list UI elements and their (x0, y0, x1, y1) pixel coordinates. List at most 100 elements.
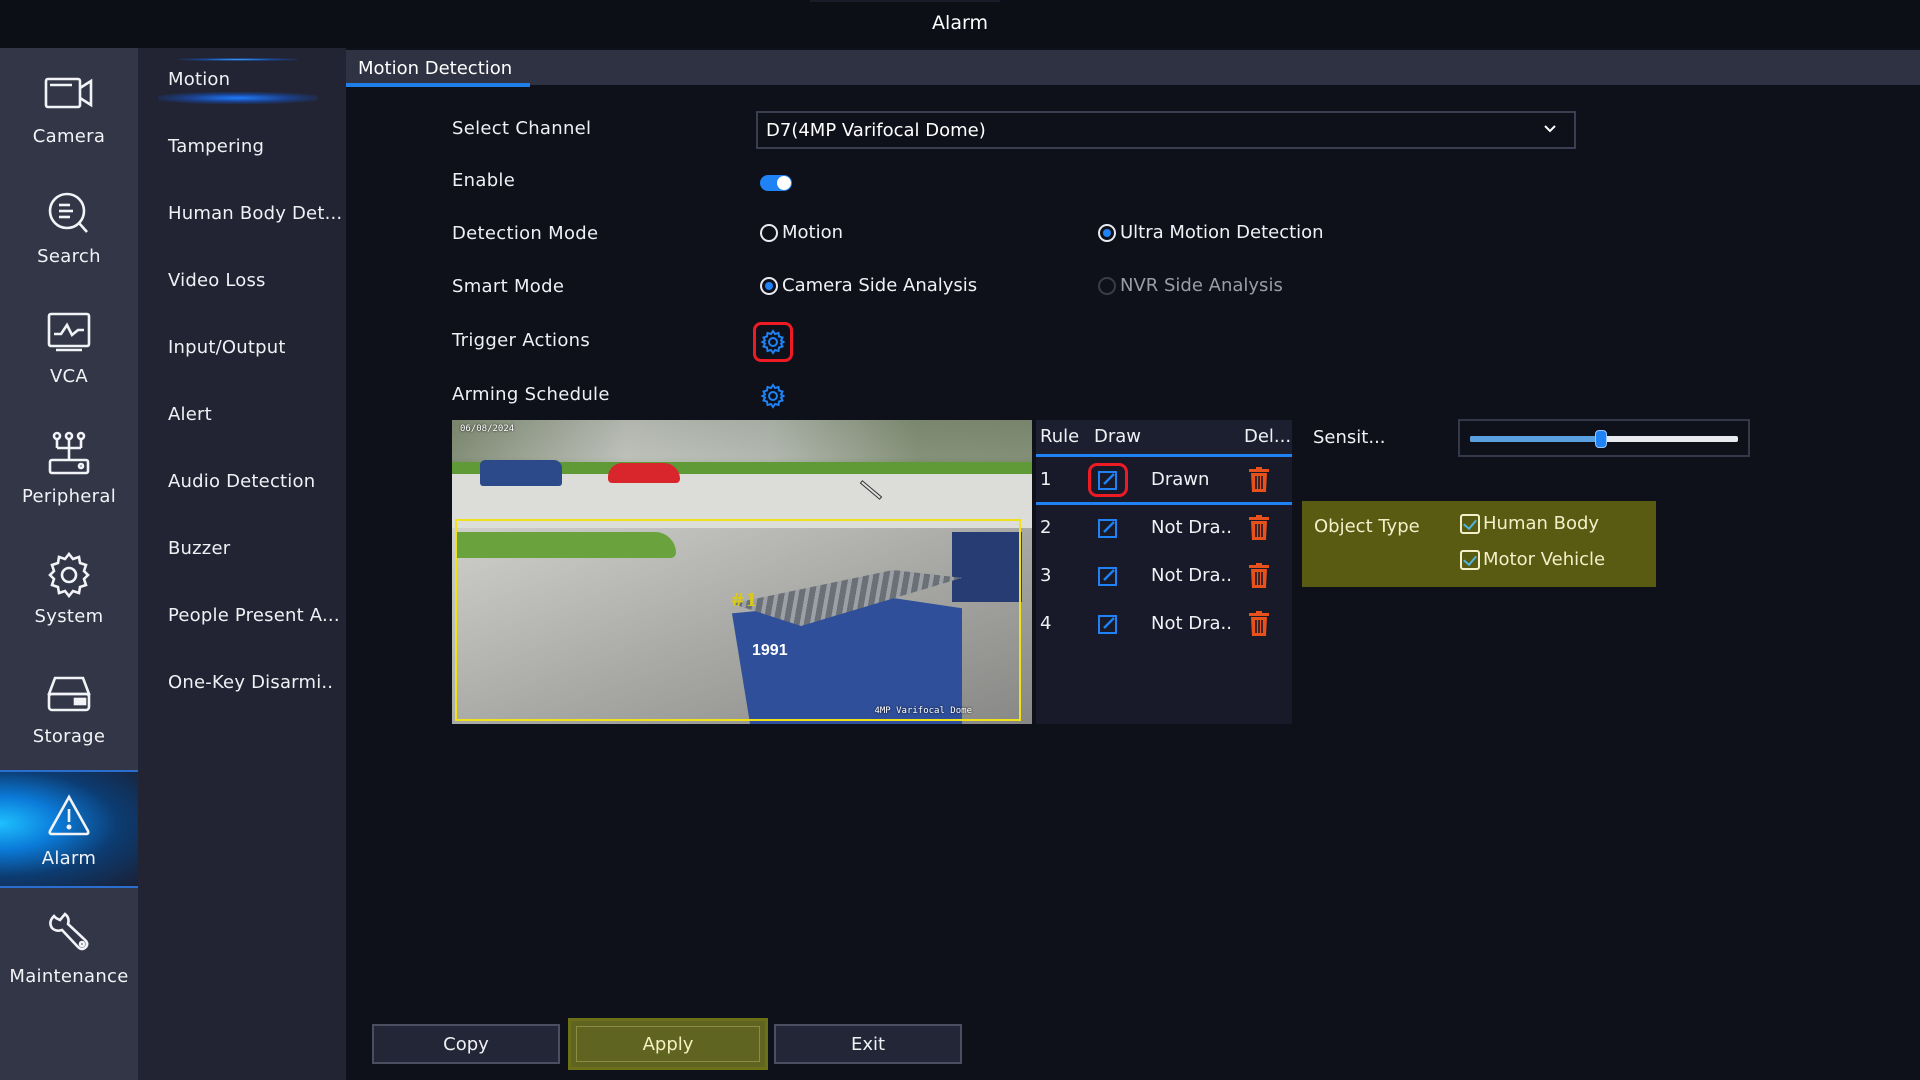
edit-icon (1098, 471, 1117, 490)
camera-preview[interactable]: 1991 #1 06/08/2024 4MP Varifocal Dome (452, 420, 1032, 724)
sidebar-label: Search (37, 246, 101, 267)
table-row[interactable]: 1 Drawn (1036, 457, 1292, 503)
submenu-item-one-key-disarming[interactable]: One-Key Disarmi.. (168, 672, 333, 693)
tab-motion-detection[interactable]: Motion Detection (356, 58, 518, 85)
detection-mode-ultra-radio[interactable]: Ultra Motion Detection (1098, 222, 1324, 243)
trigger-actions-button[interactable] (753, 322, 793, 362)
storage-icon (47, 676, 91, 712)
sidebar-label: VCA (49, 366, 89, 387)
sidebar-item-system[interactable]: System (0, 530, 138, 648)
button-label: Copy (443, 1033, 489, 1055)
table-row[interactable]: 3 Not Dra.. (1036, 553, 1292, 599)
radio-label: Camera Side Analysis (782, 275, 978, 296)
chevron-down-icon (1544, 125, 1556, 133)
exit-button[interactable]: Exit (774, 1024, 962, 1064)
checkbox-checked-icon (1460, 513, 1480, 534)
draw-button[interactable] (1088, 463, 1128, 497)
sidebar-item-vca[interactable]: VCA (0, 290, 138, 408)
detection-region[interactable] (455, 519, 1021, 721)
enable-toggle[interactable] (760, 175, 792, 191)
trash-icon[interactable] (1248, 611, 1270, 637)
alarm-submenu: Motion Tampering Human Body Det... Video… (138, 48, 346, 1080)
column-header-draw: Draw (1094, 426, 1142, 447)
sidebar-item-camera[interactable]: Camera (0, 50, 138, 168)
active-glow (178, 58, 298, 61)
wrench-icon (49, 912, 89, 951)
trash-icon[interactable] (1248, 563, 1270, 589)
enable-label: Enable (452, 170, 516, 191)
tab-bar: Motion Detection (346, 50, 1920, 87)
draw-button[interactable] (1088, 559, 1128, 593)
rule-state: Drawn (1151, 469, 1210, 490)
object-type-label: Object Type (1314, 516, 1420, 537)
sidebar-label: System (34, 606, 104, 627)
submenu-item-buzzer[interactable]: Buzzer (168, 538, 230, 559)
checkbox-label: Human Body (1483, 513, 1600, 534)
smart-mode-nvr-side-radio[interactable]: NVR Side Analysis (1098, 275, 1283, 296)
title-bar: Alarm (0, 0, 1920, 48)
rule-state: Not Dra.. (1151, 613, 1232, 634)
preview-truck (480, 460, 562, 486)
table-row[interactable]: 2 Not Dra.. (1036, 505, 1292, 551)
sidebar-item-search[interactable]: Search (0, 170, 138, 288)
rules-table-header: Rule Draw Del... (1036, 420, 1292, 454)
main-sidebar: Camera Search VCA Peripheral System Stor… (0, 48, 138, 1080)
radio-label: Ultra Motion Detection (1120, 222, 1324, 243)
osd-timestamp: 06/08/2024 (460, 424, 515, 434)
sidebar-label: Maintenance (9, 966, 129, 987)
gear-icon (760, 329, 786, 355)
sidebar-label: Alarm (41, 848, 97, 869)
window-title: Alarm (932, 12, 988, 34)
radio-circle (760, 276, 778, 295)
channel-select[interactable]: D7(4MP Varifocal Dome) (756, 111, 1576, 149)
rules-table: Rule Draw Del... 1 Drawn 2 Not Dra.. 3 N… (1036, 420, 1292, 724)
sidebar-item-peripheral[interactable]: Peripheral (0, 410, 138, 528)
edit-icon (1098, 519, 1117, 538)
edit-icon (1098, 615, 1117, 634)
slider-fill (1470, 436, 1602, 442)
motor-vehicle-checkbox[interactable]: Motor Vehicle (1460, 549, 1605, 570)
submenu-item-video-loss[interactable]: Video Loss (168, 270, 266, 291)
trigger-actions-label: Trigger Actions (452, 330, 591, 351)
submenu-item-human-body-detection[interactable]: Human Body Det... (168, 203, 342, 224)
table-row[interactable]: 4 Not Dra.. (1036, 601, 1292, 647)
camera-icon (44, 77, 93, 109)
rule-number: 1 (1040, 469, 1052, 490)
submenu-item-alert[interactable]: Alert (168, 404, 212, 425)
detection-mode-motion-radio[interactable]: Motion (760, 222, 843, 243)
arming-schedule-button[interactable] (753, 376, 793, 416)
human-body-checkbox[interactable]: Human Body (1460, 513, 1599, 534)
smart-mode-camera-side-radio[interactable]: Camera Side Analysis (760, 275, 977, 296)
preview-car (608, 463, 680, 483)
radio-circle (1098, 276, 1116, 295)
active-glow (158, 92, 318, 104)
checkbox-checked-icon (1460, 549, 1480, 570)
gear-icon (48, 551, 90, 598)
sidebar-item-alarm[interactable]: Alarm (0, 770, 138, 888)
sidebar-item-storage[interactable]: Storage (0, 650, 138, 768)
apply-button[interactable]: Apply (568, 1018, 768, 1070)
sensitivity-slider[interactable] (1470, 430, 1738, 448)
arming-schedule-label: Arming Schedule (452, 384, 610, 405)
trash-icon[interactable] (1248, 467, 1270, 493)
submenu-item-motion[interactable]: Motion (168, 69, 230, 90)
object-type-panel: Object Type Human Body Motor Vehicle (1302, 501, 1656, 587)
slider-thumb[interactable] (1595, 430, 1608, 448)
osd-camera-name: 4MP Varifocal Dome (874, 706, 972, 716)
trash-icon[interactable] (1248, 515, 1270, 541)
rule-state: Not Dra.. (1151, 565, 1232, 586)
submenu-item-input-output[interactable]: Input/Output (168, 337, 286, 358)
title-highlight (810, 0, 1000, 2)
submenu-item-people-present[interactable]: People Present A... (168, 605, 340, 626)
draw-button[interactable] (1088, 607, 1128, 641)
checkbox-label: Motor Vehicle (1483, 549, 1606, 570)
submenu-item-tampering[interactable]: Tampering (168, 136, 264, 157)
sidebar-item-maintenance[interactable]: Maintenance (0, 890, 138, 1008)
vca-monitor-icon (47, 312, 91, 352)
submenu-item-audio-detection[interactable]: Audio Detection (168, 471, 315, 492)
sidebar-label: Peripheral (21, 486, 117, 507)
draw-button[interactable] (1088, 511, 1128, 545)
copy-button[interactable]: Copy (372, 1024, 560, 1064)
rule-number: 2 (1040, 517, 1052, 538)
sidebar-label: Storage (32, 726, 106, 747)
